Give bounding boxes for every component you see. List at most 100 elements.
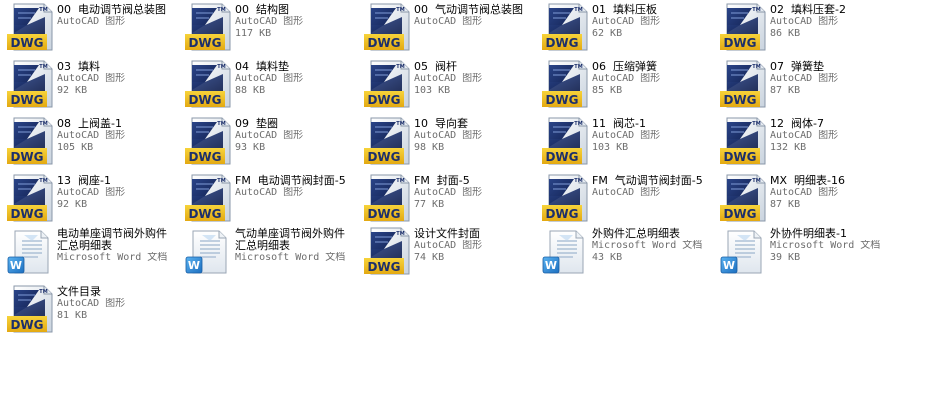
dwg-label: DWG xyxy=(545,207,578,221)
file-size: 81 KB xyxy=(57,310,88,321)
file-type: AutoCAD 图形 xyxy=(235,16,304,27)
file-tile[interactable]: W 外购件汇总明细表 Microsoft Word 文档 43 KB xyxy=(535,224,711,278)
file-tile[interactable]: TM DWG 05 阀杆 AutoCAD 图形 103 KB xyxy=(357,57,533,111)
file-name: 设计文件封面 xyxy=(414,227,480,240)
dwg-file-icon: TM DWG xyxy=(5,117,53,165)
file-tile[interactable]: TM DWG MX 明细表-16 AutoCAD 图形 87 KB xyxy=(713,171,889,225)
file-tile[interactable]: TM DWG FM 电动调节阀封面-5 AutoCAD 图形 xyxy=(178,171,354,225)
file-name: FM 电动调节阀封面-5 xyxy=(235,174,346,187)
file-tile[interactable]: TM DWG 06 压缩弹簧 AutoCAD 图形 85 KB xyxy=(535,57,711,111)
file-tile[interactable]: TM DWG 12 阀体-7 AutoCAD 图形 132 KB xyxy=(713,114,889,168)
file-type: AutoCAD 图形 xyxy=(414,187,483,198)
file-tile[interactable]: TM DWG 02 填料压套-2 AutoCAD 图形 86 KB xyxy=(713,0,889,54)
file-tile-text: 04 填料垫 AutoCAD 图形 88 KB xyxy=(235,61,354,97)
file-tile[interactable]: TM DWG 03 填料 AutoCAD 图形 92 KB xyxy=(0,57,176,111)
file-list-tiles-view: TM DWG 00 电动调节阀总装图 AutoCAD 图形 TM DWG 00 … xyxy=(0,0,932,419)
file-type: AutoCAD 图形 xyxy=(592,73,661,84)
file-tile[interactable]: TM DWG 11 阀芯-1 AutoCAD 图形 103 KB xyxy=(535,114,711,168)
file-tile-text: 10 导向套 AutoCAD 图形 98 KB xyxy=(414,118,533,154)
tm-mark: TM xyxy=(217,64,225,70)
dwg-file-icon: TM DWG xyxy=(183,174,231,222)
dwg-label: DWG xyxy=(10,207,43,221)
word-w-label: W xyxy=(188,259,200,272)
dwg-label: DWG xyxy=(723,36,756,50)
file-name: MX 明细表-16 xyxy=(770,174,845,187)
tm-mark: TM xyxy=(574,121,582,127)
file-tile[interactable]: TM DWG 00 气动调节阀总装图 AutoCAD 图形 xyxy=(357,0,533,54)
file-name: FM 封面-5 xyxy=(414,174,470,187)
file-size: 88 KB xyxy=(235,85,266,96)
file-tile[interactable]: TM DWG 文件目录 AutoCAD 图形 81 KB xyxy=(0,282,176,336)
file-tile[interactable]: TM DWG 00 电动调节阀总装图 AutoCAD 图形 xyxy=(0,0,176,54)
file-tile[interactable]: TM DWG 07 弹簧垫 AutoCAD 图形 87 KB xyxy=(713,57,889,111)
dwg-label: DWG xyxy=(545,150,578,164)
file-tile-text: 02 填料压套-2 AutoCAD 图形 86 KB xyxy=(770,4,889,40)
file-tile-text: 01 填料压板 AutoCAD 图形 62 KB xyxy=(592,4,711,40)
file-tile[interactable]: TM DWG 00 结构图 AutoCAD 图形 117 KB xyxy=(178,0,354,54)
file-tile-text: 03 填料 AutoCAD 图形 92 KB xyxy=(57,61,176,97)
file-tile-text: 07 弹簧垫 AutoCAD 图形 87 KB xyxy=(770,61,889,97)
file-type: AutoCAD 图形 xyxy=(57,298,126,309)
file-tile-text: MX 明细表-16 AutoCAD 图形 87 KB xyxy=(770,175,889,211)
file-tile-text: 00 电动调节阀总装图 AutoCAD 图形 xyxy=(57,4,176,28)
dwg-file-icon: TM DWG xyxy=(718,174,766,222)
file-name: 00 结构图 xyxy=(235,3,289,16)
file-tile[interactable]: TM DWG FM 气动调节阀封面-5 AutoCAD 图形 xyxy=(535,171,711,225)
tm-mark: TM xyxy=(574,178,582,184)
tm-mark: TM xyxy=(39,64,47,70)
file-type: AutoCAD 图形 xyxy=(592,130,661,141)
file-tile-text: 13 阀座-1 AutoCAD 图形 92 KB xyxy=(57,175,176,211)
file-name: 12 阀体-7 xyxy=(770,117,824,130)
dwg-label: DWG xyxy=(188,36,221,50)
dwg-label: DWG xyxy=(188,93,221,107)
tm-mark: TM xyxy=(752,178,760,184)
dwg-label: DWG xyxy=(367,36,400,50)
dwg-file-icon: TM DWG xyxy=(540,174,588,222)
file-tile[interactable]: W 气动单座调节阀外购件汇总明细表 Microsoft Word 文档 xyxy=(178,224,354,278)
dwg-label: DWG xyxy=(188,207,221,221)
file-name: 09 垫圈 xyxy=(235,117,278,130)
file-type: AutoCAD 图形 xyxy=(57,16,126,27)
file-tile[interactable]: TM DWG 09 垫圈 AutoCAD 图形 93 KB xyxy=(178,114,354,168)
file-type: AutoCAD 图形 xyxy=(57,130,126,141)
dwg-label: DWG xyxy=(367,150,400,164)
file-name: 13 阀座-1 xyxy=(57,174,111,187)
tm-mark: TM xyxy=(396,64,404,70)
file-tile-text: 09 垫圈 AutoCAD 图形 93 KB xyxy=(235,118,354,154)
dwg-file-icon: TM DWG xyxy=(5,285,53,333)
file-tile-text: 设计文件封面 AutoCAD 图形 74 KB xyxy=(414,228,533,264)
word-document-icon: W xyxy=(183,227,231,275)
file-tile[interactable]: TM DWG 04 填料垫 AutoCAD 图形 88 KB xyxy=(178,57,354,111)
file-tile-text: 12 阀体-7 AutoCAD 图形 132 KB xyxy=(770,118,889,154)
file-type: AutoCAD 图形 xyxy=(57,73,126,84)
word-document-icon: W xyxy=(5,227,53,275)
tm-mark: TM xyxy=(217,7,225,13)
tm-mark: TM xyxy=(752,121,760,127)
file-tile[interactable]: TM DWG 10 导向套 AutoCAD 图形 98 KB xyxy=(357,114,533,168)
file-tile[interactable]: W 电动单座调节阀外购件汇总明细表 Microsoft Word 文档 xyxy=(0,224,176,278)
file-tile[interactable]: TM DWG 08 上阀盖-1 AutoCAD 图形 105 KB xyxy=(0,114,176,168)
dwg-file-icon: TM DWG xyxy=(183,60,231,108)
file-tile-text: FM 封面-5 AutoCAD 图形 77 KB xyxy=(414,175,533,211)
dwg-label: DWG xyxy=(367,260,400,274)
file-tile[interactable]: TM DWG 01 填料压板 AutoCAD 图形 62 KB xyxy=(535,0,711,54)
file-tile-text: 08 上阀盖-1 AutoCAD 图形 105 KB xyxy=(57,118,176,154)
file-tile[interactable]: TM DWG FM 封面-5 AutoCAD 图形 77 KB xyxy=(357,171,533,225)
file-name: 外协件明细表-1 xyxy=(770,227,847,240)
file-tile[interactable]: TM DWG 13 阀座-1 AutoCAD 图形 92 KB xyxy=(0,171,176,225)
dwg-file-icon: TM DWG xyxy=(183,117,231,165)
file-tile[interactable]: W 外协件明细表-1 Microsoft Word 文档 39 KB xyxy=(713,224,889,278)
file-tile-text: 文件目录 AutoCAD 图形 81 KB xyxy=(57,286,176,322)
tm-mark: TM xyxy=(217,121,225,127)
dwg-file-icon: TM DWG xyxy=(362,227,410,275)
file-size: 103 KB xyxy=(414,85,451,96)
file-size: 39 KB xyxy=(770,252,801,263)
file-name: 11 阀芯-1 xyxy=(592,117,646,130)
word-w-label: W xyxy=(545,259,557,272)
dwg-file-icon: TM DWG xyxy=(540,60,588,108)
file-tile[interactable]: TM DWG 设计文件封面 AutoCAD 图形 74 KB xyxy=(357,224,533,278)
file-size: 98 KB xyxy=(414,142,445,153)
file-tile-text: 11 阀芯-1 AutoCAD 图形 103 KB xyxy=(592,118,711,154)
tm-mark: TM xyxy=(39,121,47,127)
file-name: 05 阀杆 xyxy=(414,60,457,73)
